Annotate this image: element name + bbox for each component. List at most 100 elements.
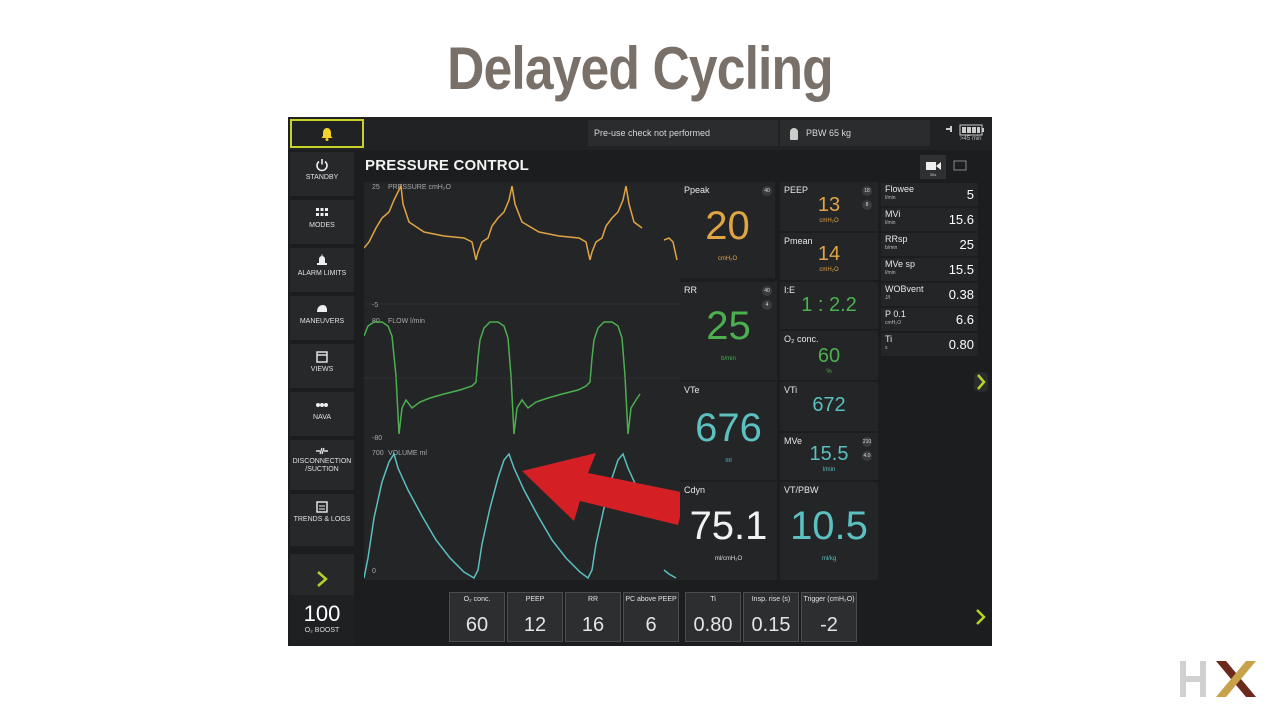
setting-trigger[interactable]: Trigger (cmH₂O) -2	[801, 592, 857, 642]
sidebar-item-trends[interactable]: TRENDS & LOGS	[290, 494, 354, 546]
table-row-value: 0.80	[948, 337, 974, 352]
setting-label: PEEP	[525, 596, 545, 603]
chevron-right-icon[interactable]	[974, 367, 988, 397]
sidebar-item-disconnection[interactable]: DISCONNECTION /SUCTION	[290, 440, 354, 490]
preuse-message[interactable]: Pre-use check not performed	[588, 120, 778, 146]
o2-panel[interactable]: O₂ conc. 60 %	[780, 331, 878, 380]
table-row[interactable]: MVi l/min 15.6	[881, 208, 978, 231]
sidebar-item-label: NAVA	[312, 414, 332, 421]
cdyn-value: 75.1	[689, 504, 768, 548]
table-row[interactable]: Flowee l/min 5	[881, 183, 978, 206]
pbw-label: PBW 65 kg	[806, 128, 852, 138]
battery-text: >45 min	[960, 136, 982, 142]
setting-value: 12	[523, 614, 547, 636]
table-row-unit: l/min	[885, 220, 896, 226]
pbw-field[interactable]: PBW 65 kg	[780, 120, 930, 146]
table-row-label: WOBvent	[885, 284, 924, 294]
table-row[interactable]: RRsp b/min 25	[881, 233, 978, 256]
vtpbw-label: VT/PBW	[784, 485, 819, 495]
setting-value: 0.80	[693, 614, 733, 636]
rr-panel[interactable]: RR 40 4 25 b/min	[680, 282, 777, 380]
table-row-label: MVe sp	[885, 259, 916, 269]
patient-icon	[790, 127, 798, 140]
setting-o2-conc[interactable]: O₂ conc. 60	[449, 592, 505, 642]
table-row-label: Flowee	[885, 184, 915, 194]
table-row-value: 25	[959, 237, 974, 252]
rr-value: 25	[706, 304, 751, 348]
table-row-unit: l/min	[885, 270, 896, 276]
table-row-label: P 0.1	[885, 309, 906, 319]
maneuvers-icon	[317, 305, 327, 312]
table-row[interactable]: WOBvent J/l 0.38	[881, 283, 978, 306]
svg-text:30s: 30s	[930, 172, 936, 177]
mve-panel[interactable]: MVe 210 4.0 15.5 l/min	[780, 433, 878, 480]
setting-label: Ti	[710, 596, 716, 603]
screenshot-icon[interactable]	[953, 160, 967, 171]
hx-logo	[1180, 661, 1256, 697]
rr-label: RR	[684, 285, 697, 295]
setting-label: O₂ conc.	[463, 596, 491, 603]
vte-unit: ml	[725, 458, 732, 464]
mve-unit: l/min	[822, 467, 836, 473]
setting-rr[interactable]: RR 16	[565, 592, 621, 642]
table-row[interactable]: MVe sp l/min 15.5	[881, 258, 978, 281]
video-icon[interactable]: 30s	[920, 155, 946, 179]
vte-value: 676	[695, 406, 762, 450]
vti-panel[interactable]: VTi 672	[780, 382, 878, 431]
mode-title[interactable]: PRESSURE CONTROL	[365, 157, 529, 174]
camera-buttons: 30s	[920, 155, 980, 179]
pressure-trace-tail	[663, 237, 678, 261]
table-row-value: 6.6	[955, 312, 974, 327]
table-row-unit: cmH₂O	[885, 320, 902, 326]
ppeak-unit: cmH₂O	[717, 256, 738, 262]
slide-title: Delayed Cycling	[447, 35, 834, 102]
alarm-icon	[317, 254, 327, 265]
sidebar-item-maneuvers[interactable]: MANEUVERS	[290, 296, 354, 340]
sidebar-item-label: MANEUVERS	[299, 318, 345, 325]
sidebar-item-nava[interactable]: NAVA	[290, 392, 354, 436]
flow-waveform: 80 FLOW l/min -80	[364, 316, 680, 447]
o2-label: O₂ conc.	[784, 334, 819, 344]
sidebar-item-label: VIEWS	[310, 366, 334, 373]
chevron-right-icon	[317, 571, 328, 587]
grid-icon	[316, 208, 328, 216]
sidebar-item-views[interactable]: VIEWS	[290, 344, 354, 388]
setting-value: -2	[820, 614, 838, 636]
setting-label: PC above PEEP	[625, 596, 677, 603]
table-row[interactable]: Ti s 0.80	[881, 333, 978, 356]
chevron-right-icon[interactable]	[974, 602, 988, 632]
cdyn-panel[interactable]: Cdyn 75.1 ml/cmH₂O	[680, 482, 777, 580]
sidebar-item-alarm-limits[interactable]: ALARM LIMITS	[290, 248, 354, 292]
disconnection-icon	[316, 447, 328, 455]
vtpbw-panel[interactable]: VT/PBW 10.5 ml/kg	[780, 482, 878, 580]
setting-value: 0.15	[751, 614, 791, 636]
sidebar-item-standby[interactable]: STANDBY	[290, 152, 354, 196]
pmean-panel[interactable]: Pmean 14 cmH₂O	[780, 233, 878, 280]
sidebar-item-modes[interactable]: MODES	[290, 200, 354, 244]
table-row-value: 15.5	[948, 262, 974, 277]
table-row[interactable]: P 0.1 cmH₂O 6.6	[881, 308, 978, 331]
ppeak-limit-badge: 40	[762, 186, 772, 196]
rr-unit: b/min	[721, 356, 736, 362]
setting-pc-above-peep[interactable]: PC above PEEP 6	[623, 592, 679, 642]
ie-panel[interactable]: I:E 1 : 2.2	[780, 282, 878, 329]
table-row-unit: l/min	[885, 195, 896, 201]
cdyn-label: Cdyn	[684, 485, 706, 495]
table-row-label: MVi	[885, 209, 901, 219]
vte-panel[interactable]: VTe 676 ml	[680, 382, 777, 480]
alarm-button[interactable]	[290, 119, 364, 148]
peep-value: 13	[817, 194, 841, 216]
table-row-label: RRsp	[885, 234, 908, 244]
table-row-label: Ti	[885, 334, 893, 344]
setting-peep[interactable]: PEEP 12	[507, 592, 563, 642]
peep-panel[interactable]: PEEP 18 8 13 cmH₂O	[780, 182, 878, 231]
sidebar-item-label: TRENDS & LOGS	[293, 516, 351, 523]
setting-value: 16	[581, 614, 605, 636]
annotation-arrow	[522, 453, 686, 525]
table-row-unit: b/min	[885, 245, 898, 251]
ppeak-panel[interactable]: Ppeak 40 20 cmH₂O	[680, 182, 777, 280]
bell-icon	[321, 127, 333, 141]
setting-insp-rise[interactable]: Insp. rise (s) 0.15	[743, 592, 799, 642]
setting-ti[interactable]: Ti 0.80	[685, 592, 741, 642]
peep-unit: cmH₂O	[819, 218, 839, 224]
